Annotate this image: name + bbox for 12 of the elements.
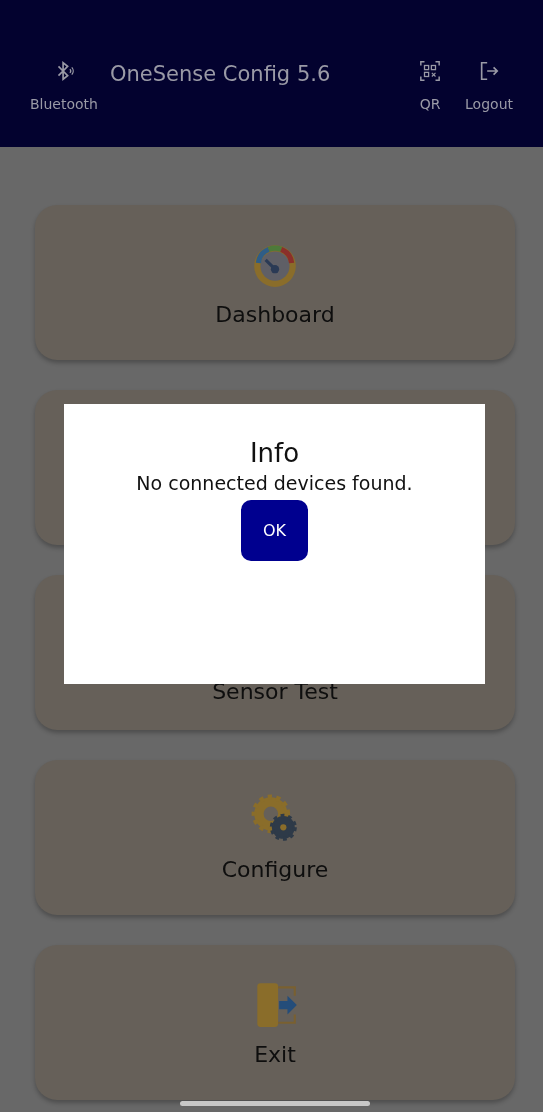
card-label: Configure — [221, 857, 329, 882]
app-title: OneSense Config 5.6 — [109, 61, 332, 86]
dialog-message: No connected devices found. — [136, 472, 413, 494]
qr-code-icon — [419, 59, 442, 82]
bluetooth-button[interactable]: Bluetooth — [30, 59, 98, 112]
logout-icon — [478, 59, 501, 82]
qr-button[interactable]: QR — [419, 59, 442, 112]
dialog-title: Info — [249, 438, 300, 468]
card-label: Exit — [254, 1042, 296, 1067]
ok-button[interactable]: OK — [241, 500, 308, 561]
logout-button[interactable]: Logout — [465, 59, 513, 112]
card-label: Dashboard — [215, 302, 335, 327]
